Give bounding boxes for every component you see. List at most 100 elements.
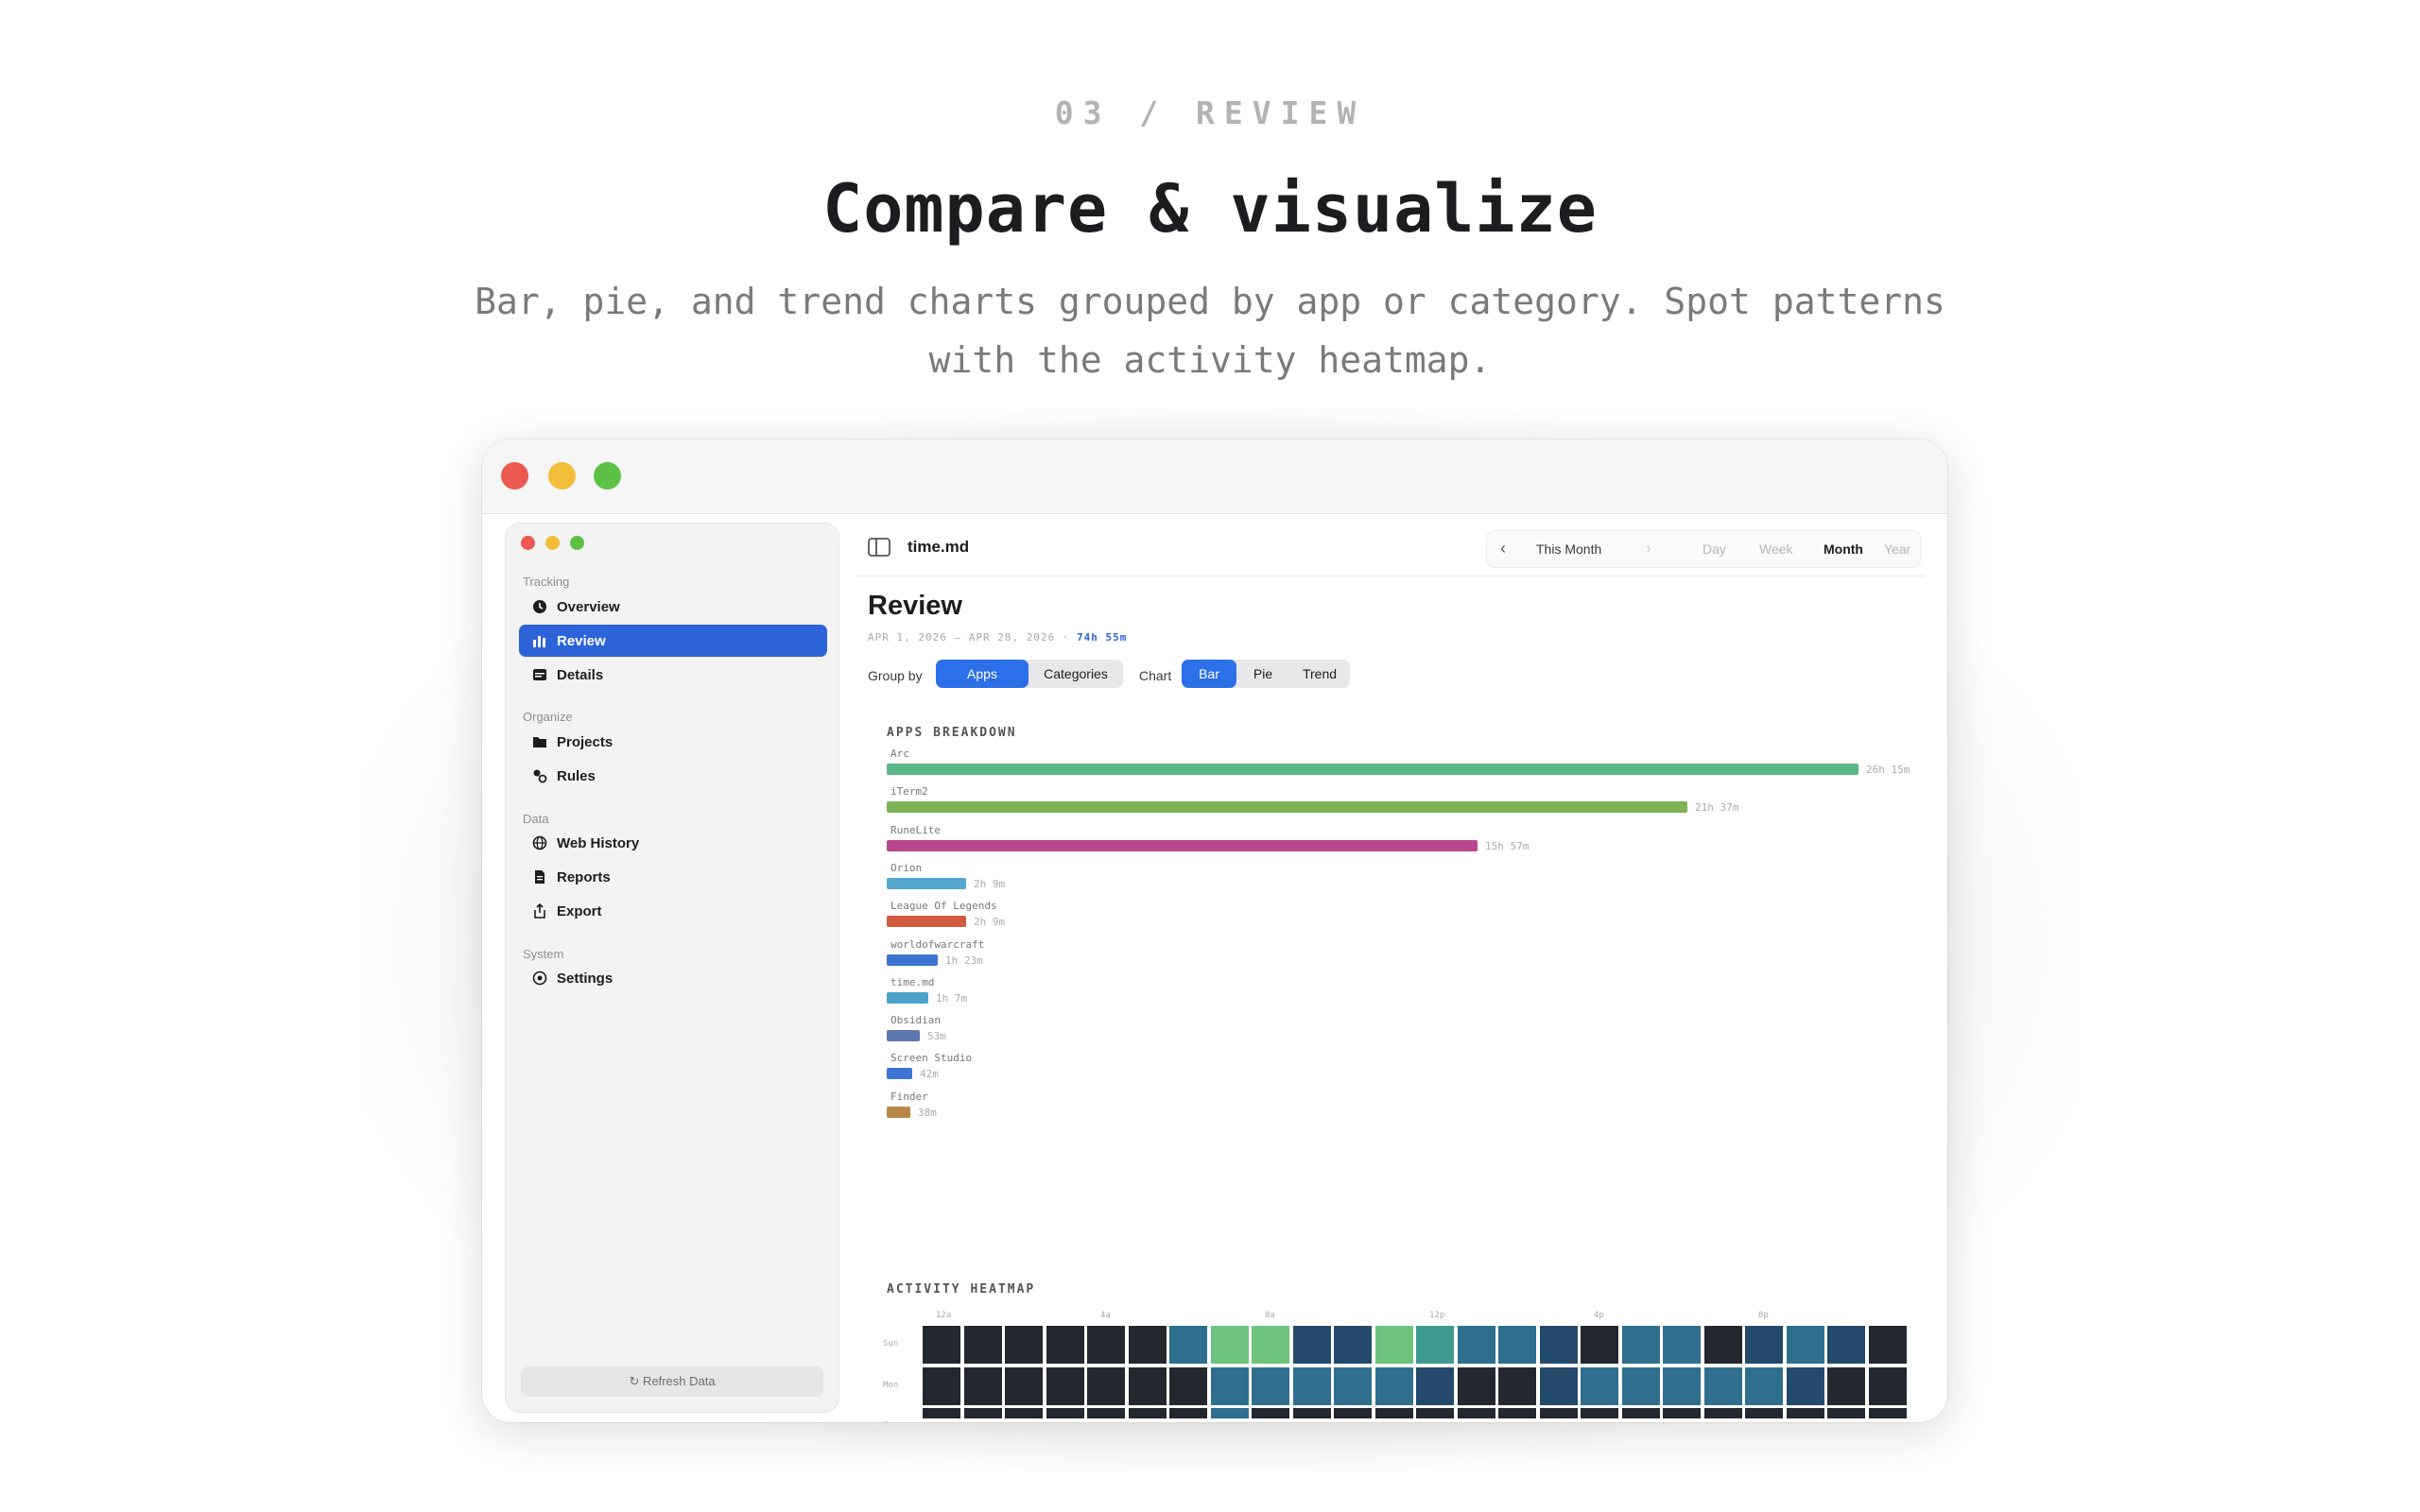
heatmap-cell[interactable]	[923, 1326, 960, 1364]
heatmap-cell[interactable]	[1498, 1408, 1536, 1418]
heatmap-cell[interactable]	[1087, 1408, 1125, 1418]
sidebar-item-review[interactable]: Review	[519, 625, 827, 657]
sidebar-item-overview[interactable]: Overview	[519, 591, 827, 623]
heatmap-cell[interactable]	[1169, 1326, 1207, 1364]
group-apps-button[interactable]: Apps	[936, 660, 1028, 688]
heatmap-cell[interactable]	[1827, 1408, 1865, 1418]
bar[interactable]	[887, 991, 928, 1004]
heatmap-cell[interactable]	[1087, 1366, 1125, 1405]
sidebar-zoom-dot[interactable]	[570, 536, 584, 550]
heatmap-cell[interactable]	[1498, 1326, 1536, 1364]
bar[interactable]	[887, 1106, 910, 1118]
heatmap-cell[interactable]	[1374, 1366, 1413, 1405]
heatmap-cell[interactable]	[963, 1366, 1002, 1405]
bar[interactable]	[887, 764, 1858, 775]
chart-pie-button[interactable]: Pie	[1236, 660, 1289, 688]
heatmap-cell[interactable]	[1374, 1408, 1413, 1418]
heatmap-cell[interactable]	[1292, 1366, 1331, 1405]
heatmap-cell[interactable]	[1827, 1366, 1865, 1405]
close-window-button[interactable]	[501, 462, 528, 490]
bar[interactable]	[887, 877, 966, 889]
heatmap-cell[interactable]	[1334, 1326, 1372, 1364]
range-week[interactable]: Week	[1759, 541, 1793, 557]
heatmap-cell[interactable]	[1046, 1366, 1084, 1405]
bar[interactable]	[887, 954, 938, 966]
heatmap-cell[interactable]	[1457, 1408, 1495, 1418]
heatmap-cell[interactable]	[1046, 1408, 1084, 1418]
heatmap-cell[interactable]	[923, 1366, 960, 1405]
heatmap-cell[interactable]	[1868, 1366, 1907, 1405]
sidebar-item-rules[interactable]: Rules	[519, 760, 827, 792]
sidebar-item-export[interactable]: Export	[519, 895, 827, 927]
heatmap-cell[interactable]	[1539, 1408, 1578, 1418]
heatmap-cell[interactable]	[1703, 1326, 1742, 1364]
heatmap-cell[interactable]	[1005, 1408, 1043, 1418]
heatmap-cell[interactable]	[1663, 1326, 1701, 1364]
heatmap-cell[interactable]	[1786, 1408, 1824, 1418]
heatmap-cell[interactable]	[1745, 1326, 1783, 1364]
bar[interactable]	[887, 839, 1478, 851]
range-year[interactable]: Year	[1884, 541, 1910, 557]
heatmap-cell[interactable]	[1539, 1366, 1578, 1405]
heatmap-cell[interactable]	[1374, 1326, 1413, 1364]
heatmap-cell[interactable]	[1581, 1408, 1618, 1418]
minimize-window-button[interactable]	[548, 462, 576, 490]
heatmap-cell[interactable]	[1292, 1326, 1331, 1364]
chart-trend-button[interactable]: Trend	[1289, 660, 1350, 688]
heatmap-cell[interactable]	[1292, 1408, 1331, 1418]
chevron-left-icon[interactable]: ‹	[1500, 539, 1506, 558]
heatmap-cell[interactable]	[1745, 1366, 1783, 1405]
heatmap-cell[interactable]	[1252, 1366, 1289, 1405]
heatmap-cell[interactable]	[1703, 1408, 1742, 1418]
heatmap-cell[interactable]	[1005, 1326, 1043, 1364]
chevron-right-icon[interactable]: ›	[1646, 539, 1651, 558]
heatmap-cell[interactable]	[1457, 1326, 1495, 1364]
heatmap-cell[interactable]	[1663, 1408, 1701, 1418]
heatmap-cell[interactable]	[1128, 1366, 1167, 1405]
heatmap-cell[interactable]	[1581, 1366, 1618, 1405]
heatmap-cell[interactable]	[1046, 1326, 1084, 1364]
heatmap-cell[interactable]	[1210, 1408, 1249, 1418]
heatmap-cell[interactable]	[1745, 1408, 1783, 1418]
heatmap-cell[interactable]	[1621, 1366, 1660, 1405]
bar[interactable]	[887, 801, 1687, 814]
heatmap-cell[interactable]	[1252, 1326, 1289, 1364]
sidebar-minimize-dot[interactable]	[545, 536, 560, 550]
heatmap-cell[interactable]	[1087, 1326, 1125, 1364]
heatmap-cell[interactable]	[1334, 1408, 1372, 1418]
heatmap-cell[interactable]	[923, 1408, 960, 1418]
heatmap-cell[interactable]	[1498, 1366, 1536, 1405]
heatmap-cell[interactable]	[1210, 1366, 1249, 1405]
sidebar-item-projects[interactable]: Projects	[519, 726, 827, 758]
heatmap-cell[interactable]	[1827, 1326, 1865, 1364]
heatmap-cell[interactable]	[1005, 1366, 1043, 1405]
heatmap-cell[interactable]	[1210, 1326, 1249, 1364]
heatmap-cell[interactable]	[1169, 1408, 1207, 1418]
bar[interactable]	[887, 1030, 920, 1042]
heatmap-cell[interactable]	[1416, 1326, 1454, 1364]
heatmap-cell[interactable]	[1457, 1366, 1495, 1405]
heatmap-cell[interactable]	[1128, 1326, 1167, 1364]
heatmap-cell[interactable]	[1581, 1326, 1618, 1364]
sidebar-item-reports[interactable]: Reports	[519, 861, 827, 893]
heatmap-cell[interactable]	[963, 1326, 1002, 1364]
group-categories-button[interactable]: Categories	[1028, 660, 1123, 688]
sidebar-item-web-history[interactable]: Web History	[519, 827, 827, 859]
heatmap-cell[interactable]	[1621, 1408, 1660, 1418]
zoom-window-button[interactable]	[594, 462, 621, 490]
heatmap-cell[interactable]	[1334, 1366, 1372, 1405]
range-month[interactable]: Month	[1824, 541, 1863, 557]
heatmap-cell[interactable]	[1786, 1326, 1824, 1364]
heatmap-cell[interactable]	[1703, 1366, 1742, 1405]
heatmap-cell[interactable]	[1416, 1408, 1454, 1418]
heatmap-cell[interactable]	[1663, 1366, 1701, 1405]
heatmap-cell[interactable]	[1169, 1366, 1207, 1405]
heatmap-cell[interactable]	[1416, 1366, 1454, 1405]
heatmap-cell[interactable]	[1786, 1366, 1824, 1405]
chart-bar-button[interactable]: Bar	[1182, 660, 1236, 688]
heatmap-cell[interactable]	[1539, 1326, 1578, 1364]
heatmap-cell[interactable]	[1128, 1408, 1167, 1418]
bar[interactable]	[887, 916, 966, 928]
sidebar-close-dot[interactable]	[521, 536, 535, 550]
heatmap-cell[interactable]	[1621, 1326, 1660, 1364]
